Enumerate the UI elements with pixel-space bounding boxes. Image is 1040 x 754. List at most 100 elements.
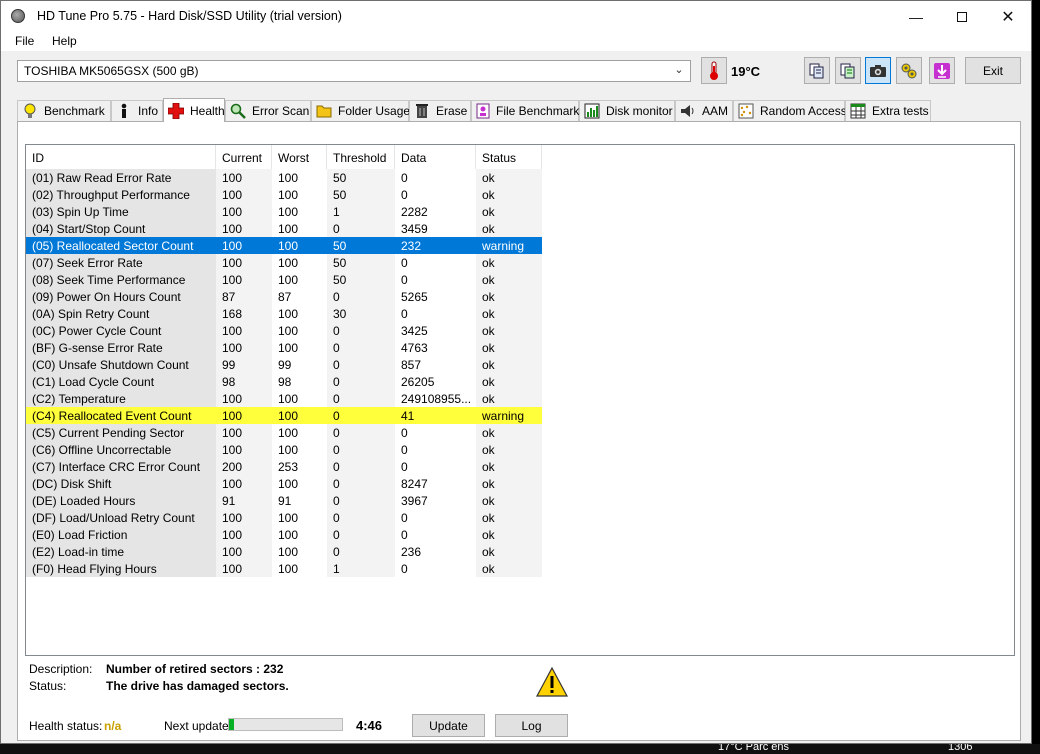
table-row[interactable]: (0A) Spin Retry Count 168 100 30 0 ok [26, 305, 542, 322]
cell-current: 100 [216, 424, 272, 441]
column-header-status[interactable]: Status [476, 145, 542, 169]
monitor-icon [584, 103, 600, 119]
cell-id: (F0) Head Flying Hours [26, 560, 216, 577]
taskbar-clock[interactable]: 1306 [948, 744, 972, 753]
tab-health[interactable]: Health [163, 98, 225, 122]
tab-erase[interactable]: Erase [409, 100, 471, 121]
table-row[interactable]: (E0) Load Friction 100 100 0 0 ok [26, 526, 542, 543]
menu-file[interactable]: File [15, 34, 34, 48]
table-row[interactable]: (09) Power On Hours Count 87 87 0 5265 ok [26, 288, 542, 305]
table-row[interactable]: (C4) Reallocated Event Count 100 100 0 41 war… [26, 407, 542, 424]
temperature-button[interactable] [701, 57, 727, 84]
column-header-worst[interactable]: Worst [272, 145, 327, 169]
table-row[interactable]: (C5) Current Pending Sector 100 100 0 0 ok [26, 424, 542, 441]
table-row[interactable]: (C2) Temperature 100 100 0 249108955... ok [26, 390, 542, 407]
table-row[interactable]: (07) Seek Error Rate 100 100 50 0 ok [26, 254, 542, 271]
drive-select[interactable]: TOSHIBA MK5065GSX (500 gB) ⌄ [17, 60, 691, 82]
options-button[interactable] [896, 57, 922, 84]
cell-current: 100 [216, 220, 272, 237]
save-button[interactable] [929, 57, 955, 84]
cell-data: 0 [401, 273, 408, 287]
cell-status: ok [476, 186, 542, 203]
tab-info[interactable]: Info [111, 100, 163, 121]
cell-id: (0C) Power Cycle Count [26, 322, 216, 339]
table-row[interactable]: (08) Seek Time Performance 100 100 50 0 ok [26, 271, 542, 288]
cell-threshold: 0 [327, 424, 395, 441]
cell-threshold: 0 [327, 543, 395, 560]
cell-status: ok [476, 560, 542, 577]
update-progress-bar [228, 718, 343, 731]
exit-button[interactable]: Exit [965, 57, 1021, 84]
menu-help[interactable]: Help [52, 34, 77, 48]
column-header-data[interactable]: Data [395, 145, 476, 169]
log-button[interactable]: Log [495, 714, 568, 737]
table-row[interactable]: (DE) Loaded Hours 91 91 0 3967 ok [26, 492, 542, 509]
tab-disk-monitor[interactable]: Disk monitor [579, 100, 675, 121]
cell-threshold: 50 [327, 237, 395, 254]
cell-id: (04) Start/Stop Count [26, 220, 216, 237]
cell-threshold: 1 [327, 560, 395, 577]
table-row[interactable]: (C1) Load Cycle Count 98 98 0 26205 ok [26, 373, 542, 390]
column-header-threshold[interactable]: Threshold [327, 145, 395, 169]
copy-all-button[interactable] [835, 57, 861, 84]
cell-id: (05) Reallocated Sector Count [26, 237, 216, 254]
tab-folder-usage[interactable]: Folder Usage [311, 100, 410, 121]
table-row[interactable]: (F0) Head Flying Hours 100 100 1 0 ok [26, 560, 542, 577]
cell-data: 2282 [401, 205, 428, 219]
cell-worst: 100 [278, 307, 299, 321]
tab-benchmark[interactable]: Benchmark [17, 100, 111, 121]
dots-icon [738, 103, 754, 119]
table-row[interactable]: (DF) Load/Unload Retry Count 100 100 0 0 ok [26, 509, 542, 526]
tab-random-access[interactable]: Random Access [733, 100, 847, 121]
tab-error-scan[interactable]: Error Scan [225, 100, 311, 121]
cell-data: 0 [401, 562, 408, 576]
table-row[interactable]: (C0) Unsafe Shutdown Count 99 99 0 857 ok [26, 356, 542, 373]
table-row[interactable]: (02) Throughput Performance 100 100 50 0 ok [26, 186, 542, 203]
cell-status: ok [476, 509, 542, 526]
cell-current: 99 [216, 356, 272, 373]
table-row[interactable]: (DC) Disk Shift 100 100 0 8247 ok [26, 475, 542, 492]
minimize-button[interactable]: — [893, 1, 939, 32]
health-status-label: Health status: [29, 719, 103, 733]
cell-status: ok [476, 373, 542, 390]
cell-status: ok [476, 475, 542, 492]
cell-worst: 100 [272, 407, 327, 424]
cell-status: ok [476, 356, 542, 373]
cell-status: warning [476, 407, 542, 424]
temperature-readout: 19°C [731, 64, 761, 79]
tab-file-benchmark[interactable]: File Benchmark [471, 100, 579, 121]
cell-current: 100 [216, 543, 272, 560]
column-header-id[interactable]: ID [26, 145, 216, 169]
tab-extra-tests[interactable]: Extra tests [845, 100, 931, 121]
taskbar-weather[interactable]: 17°C Parc ens [718, 744, 789, 753]
table-row[interactable]: (03) Spin Up Time 100 100 1 2282 ok [26, 203, 542, 220]
table-row[interactable]: (04) Start/Stop Count 100 100 0 3459 ok [26, 220, 542, 237]
maximize-button[interactable] [939, 1, 985, 32]
copy-info-button[interactable] [804, 57, 830, 84]
cell-current: 100 [216, 441, 272, 458]
cell-data: 26205 [401, 375, 435, 389]
table-row[interactable]: (BF) G-sense Error Rate 100 100 0 4763 ok [26, 339, 542, 356]
table-row[interactable]: (C7) Interface CRC Error Count 200 253 0 0 ok [26, 458, 542, 475]
tab-strip: Benchmark Info Health Error Scan Folder … [17, 98, 1021, 122]
table-row[interactable]: (05) Reallocated Sector Count 100 100 50 232… [26, 237, 542, 254]
info-icon [116, 103, 132, 119]
close-button[interactable]: ✕ [985, 1, 1031, 32]
cell-id: (0A) Spin Retry Count [26, 305, 216, 322]
table-row[interactable]: (C6) Offline Uncorrectable 100 100 0 0 ok [26, 441, 542, 458]
cell-current: 200 [216, 458, 272, 475]
screenshot-button[interactable] [865, 57, 891, 84]
table-row[interactable]: (0C) Power Cycle Count 100 100 0 3425 ok [26, 322, 542, 339]
toolbar: TOSHIBA MK5065GSX (500 gB) ⌄ 19°C Exit [1, 51, 1031, 91]
tab-aam[interactable]: AAM [675, 100, 733, 121]
smart-attributes-list[interactable]: ID Current Worst Threshold Data Status (… [25, 144, 1015, 656]
column-header-current[interactable]: Current [216, 145, 272, 169]
close-icon: ✕ [1001, 8, 1015, 26]
table-row[interactable]: (01) Raw Read Error Rate 100 100 50 0 ok [26, 169, 542, 186]
cell-threshold: 50 [327, 254, 395, 271]
update-button[interactable]: Update [412, 714, 485, 737]
cell-id: (C4) Reallocated Event Count [26, 407, 216, 424]
cell-status: ok [476, 322, 542, 339]
cell-current: 100 [216, 271, 272, 288]
table-row[interactable]: (E2) Load-in time 100 100 0 236 ok [26, 543, 542, 560]
